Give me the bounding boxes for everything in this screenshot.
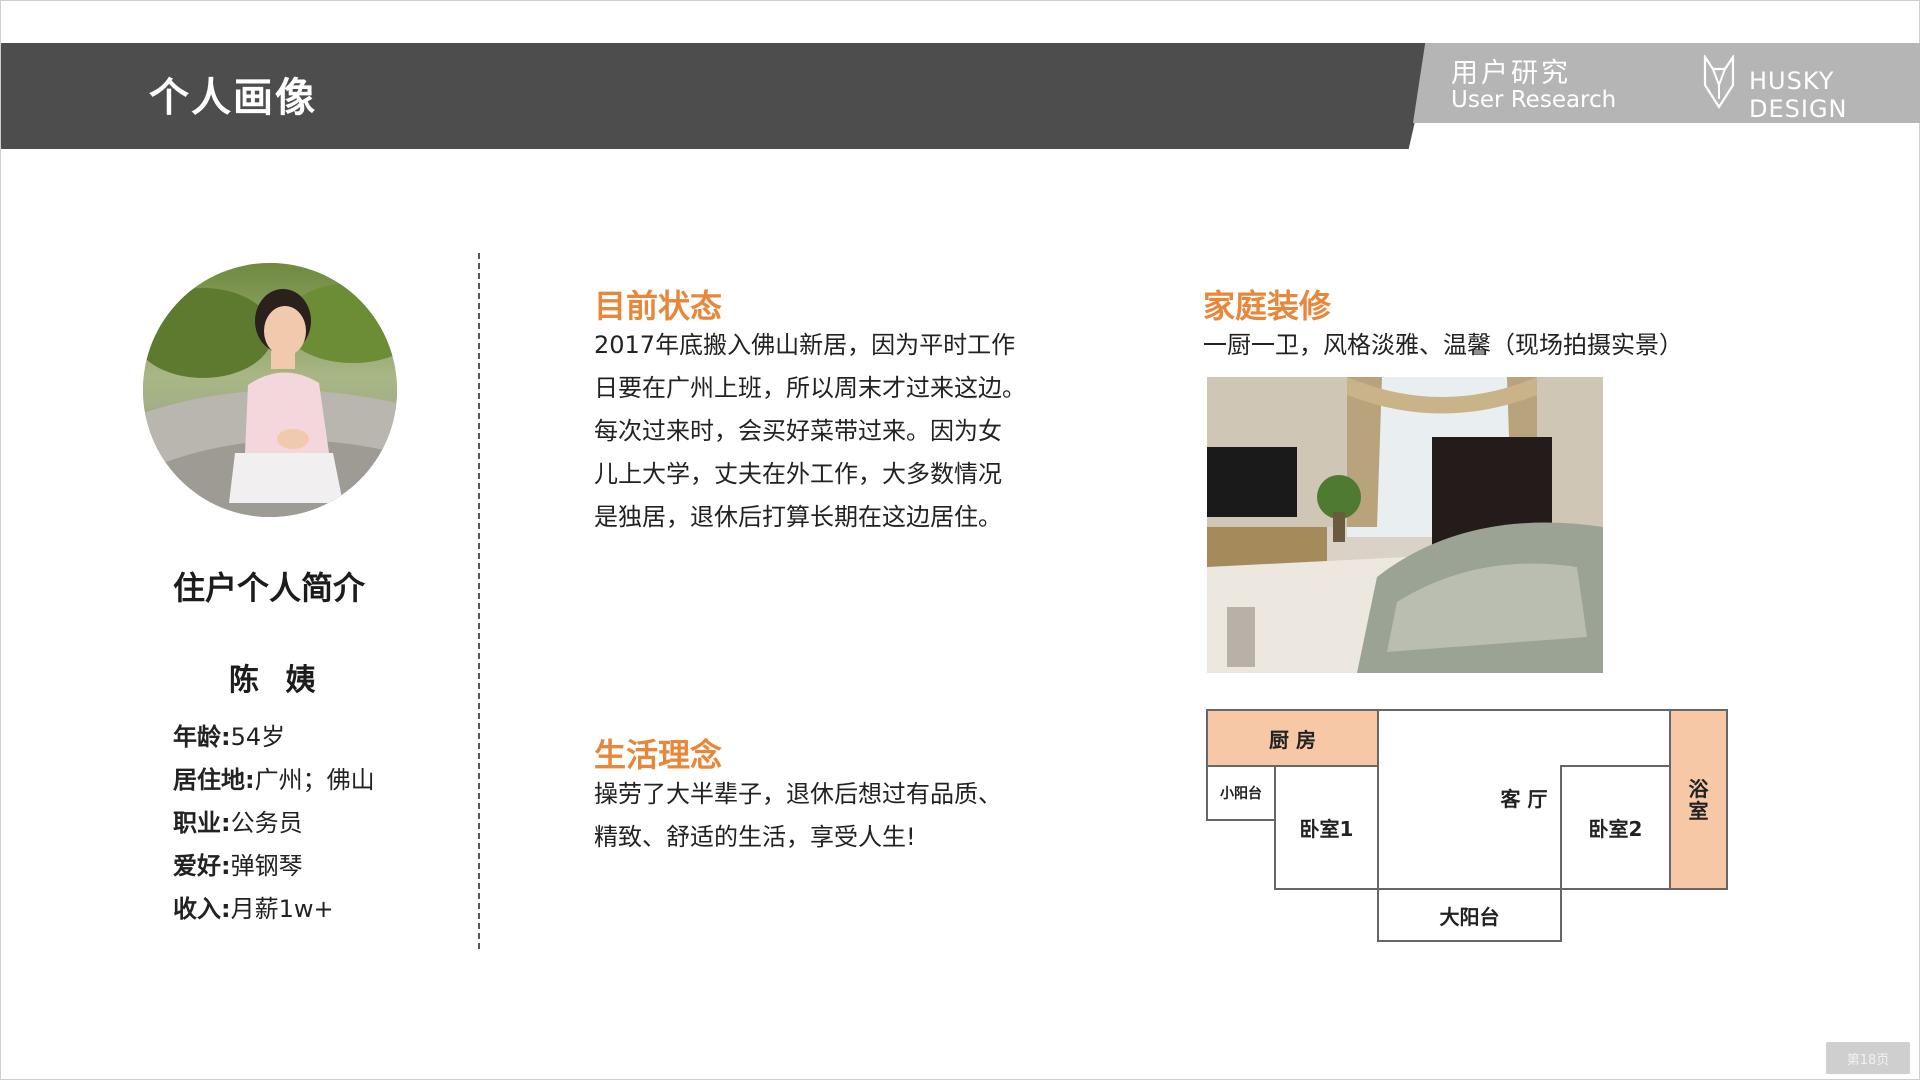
info-row-residence: 居住地:广州；佛山	[173, 760, 375, 795]
status-text: 2017年底搬入佛山新居，因为平时工作 日要在广州上班，所以周末才过来这边。 每…	[594, 324, 1026, 539]
room-bedroom1: 卧室1	[1274, 765, 1379, 890]
living-room-photo	[1207, 377, 1603, 673]
info-value: 54岁	[230, 723, 286, 751]
room-big-balcony: 大阳台	[1377, 888, 1562, 942]
info-value: 月薪1w+	[230, 895, 334, 923]
section-title-cn: 用户研究	[1451, 58, 1571, 89]
avatar	[143, 263, 397, 517]
dashed-divider	[478, 253, 480, 949]
status-line: 每次过来时，会买好菜带过来。因为女	[594, 417, 1002, 445]
profile-name: 陈 姨	[229, 663, 324, 698]
info-value: 公务员	[230, 809, 303, 837]
status-line: 2017年底搬入佛山新居，因为平时工作	[594, 331, 1016, 359]
room-bedroom2: 卧室2	[1560, 765, 1671, 890]
info-row-age: 年龄:54岁	[173, 717, 285, 752]
philosophy-line: 精致、舒适的生活，享受人生!	[594, 823, 916, 851]
room-small-balcony: 小阳台	[1206, 765, 1276, 821]
info-label: 收入:	[173, 895, 231, 923]
info-value: 广州；佛山	[254, 766, 375, 794]
info-label: 职业:	[173, 809, 231, 837]
decoration-subtitle: 一厨一卫，风格淡雅、温馨（现场拍摄实景）	[1203, 331, 1683, 359]
status-title: 目前状态	[594, 287, 723, 325]
info-label: 居住地:	[173, 766, 255, 794]
philosophy-title: 生活理念	[594, 736, 723, 774]
status-line: 是独居，退休后打算长期在这边居住。	[594, 503, 1002, 531]
husky-logo-icon	[1701, 53, 1737, 110]
decoration-title: 家庭装修	[1203, 287, 1332, 325]
section-title-en: User Research	[1451, 87, 1617, 113]
info-row-hobby: 爱好:弹钢琴	[173, 846, 303, 881]
room-kitchen: 厨 房	[1206, 709, 1379, 767]
slide: 个人画像 用户研究 User Research HUSKY DESIGN 住户个…	[0, 0, 1920, 1080]
info-row-occupation: 职业:公务员	[173, 803, 303, 838]
brand-name: HUSKY DESIGN	[1749, 67, 1848, 123]
status-line: 日要在广州上班，所以周末才过来这边。	[594, 374, 1026, 402]
status-line: 儿上大学，丈夫在外工作，大多数情况	[594, 460, 1002, 488]
philosophy-text: 操劳了大半辈子，退休后想过有品质、 精致、舒适的生活，享受人生!	[594, 773, 1002, 859]
info-label: 爱好:	[173, 852, 231, 880]
info-label: 年龄:	[173, 723, 231, 751]
page-title: 个人画像	[149, 75, 317, 121]
profile-heading: 住户个人简介	[173, 569, 366, 607]
philosophy-line: 操劳了大半辈子，退休后想过有品质、	[594, 780, 1002, 808]
page-number-badge: 第18页	[1826, 1042, 1910, 1074]
room-bathroom: 浴 室	[1669, 709, 1728, 890]
info-value: 弹钢琴	[230, 852, 303, 880]
info-row-income: 收入:月薪1w+	[173, 889, 334, 924]
